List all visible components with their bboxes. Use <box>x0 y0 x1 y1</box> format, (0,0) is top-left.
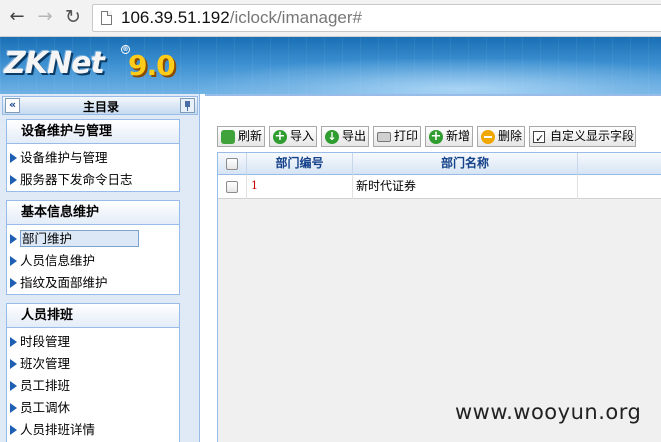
checkbox-icon <box>533 129 545 148</box>
sidebar-title: 主目录 <box>82 100 119 114</box>
menu-group-scheduling: 人员排班 时段管理 班次管理 员工排班 员工调休 人员排班详情 <box>6 303 180 442</box>
sidebar-item-time-period[interactable]: 时段管理 <box>7 331 179 353</box>
sidebar-item-staff-schedule[interactable]: 员工排班 <box>7 375 179 397</box>
column-header-empty <box>578 153 661 175</box>
forward-arrow-icon[interactable]: → <box>34 6 56 28</box>
custom-fields-button[interactable]: 自定义显示字段 <box>529 126 636 148</box>
arrow-right-icon <box>10 381 17 391</box>
empty-cell <box>578 175 661 199</box>
menu-group-basic-info: 基本信息维护 部门维护 人员信息维护 指纹及面部维护 <box>6 200 180 295</box>
logo-text: ZKNet <box>4 46 105 81</box>
app-banner: ZKNet ® 9.0 <box>0 37 661 94</box>
import-icon <box>273 127 287 146</box>
row-checkbox-cell <box>218 175 247 199</box>
grid-header: 部门编号 部门名称 <box>218 153 661 175</box>
sidebar-item-device-maintenance[interactable]: 设备维护与管理 <box>7 147 179 169</box>
arrow-right-icon <box>10 278 17 288</box>
url-text[interactable]: 106.39.51.192/iclock/imanager# <box>121 8 362 28</box>
logo-version: 9.0 <box>128 49 176 82</box>
sidebar-item-command-log[interactable]: 服务器下发命令日志 <box>7 169 179 191</box>
menu-group-title[interactable]: 人员排班 <box>7 304 179 328</box>
browser-toolbar: ← → ↻ 106.39.51.192/iclock/imanager# <box>0 0 661 37</box>
arrow-right-icon <box>10 337 17 347</box>
page-icon <box>101 11 112 25</box>
table-row[interactable]: 1 新时代证券 <box>218 175 661 199</box>
dept-code-cell: 1 <box>247 175 353 199</box>
arrow-right-icon <box>10 175 17 185</box>
arrow-right-icon <box>10 403 17 413</box>
reload-icon[interactable]: ↻ <box>62 6 84 28</box>
add-icon <box>429 127 443 146</box>
refresh-button[interactable]: 刷新 <box>217 126 265 147</box>
url-path: /iclock/imanager# <box>229 8 362 27</box>
banner-glow <box>200 59 661 94</box>
column-header-dept-name[interactable]: 部门名称 <box>353 153 578 175</box>
sidebar: 主目录 « 设备维护与管理 设备维护与管理 服务器下发命令日志 基本信息维护 部… <box>0 94 200 442</box>
sidebar-item-schedule-details[interactable]: 人员排班详情 <box>7 419 179 441</box>
arrow-right-icon <box>10 153 17 163</box>
watermark: www.wooyun.org <box>455 400 642 424</box>
url-host: 106.39.51.192 <box>121 8 230 27</box>
delete-button[interactable]: 删除 <box>477 126 525 147</box>
menu-group-device: 设备维护与管理 设备维护与管理 服务器下发命令日志 <box>6 119 180 192</box>
back-arrow-icon[interactable]: ← <box>6 6 28 28</box>
department-grid: 部门编号 部门名称 1 新时代证券 <box>217 152 661 442</box>
sidebar-item-personnel[interactable]: 人员信息维护 <box>7 250 179 272</box>
refresh-icon <box>221 130 235 144</box>
print-button[interactable]: 打印 <box>373 126 421 147</box>
dept-name-cell: 新时代证券 <box>353 175 578 199</box>
import-button[interactable]: 导入 <box>269 126 317 147</box>
add-button[interactable]: 新增 <box>425 126 473 147</box>
arrow-right-icon <box>10 359 17 369</box>
sidebar-item-fingerprint-face[interactable]: 指纹及面部维护 <box>7 272 179 294</box>
row-checkbox[interactable] <box>226 181 238 193</box>
collapse-icon[interactable]: « <box>5 98 20 113</box>
header-checkbox-cell <box>218 153 247 175</box>
sidebar-item-staff-leave[interactable]: 员工调休 <box>7 397 179 419</box>
sidebar-header: 主目录 « <box>2 96 198 115</box>
printer-icon <box>377 132 391 142</box>
delete-icon <box>481 130 495 144</box>
select-all-checkbox[interactable] <box>226 158 238 170</box>
pin-icon[interactable] <box>180 98 195 113</box>
main-content: 刷新 导入 导出 打印 新增 删除 自定义显示字段 部门编号 部门名称 1 新时… <box>205 94 661 442</box>
column-header-dept-code[interactable]: 部门编号 <box>247 153 353 175</box>
arrow-right-icon <box>10 234 17 244</box>
sidebar-item-department[interactable]: 部门维护 <box>7 228 179 250</box>
sidebar-item-shift[interactable]: 班次管理 <box>7 353 179 375</box>
export-button[interactable]: 导出 <box>321 126 369 147</box>
arrow-right-icon <box>10 425 17 435</box>
menu-group-title[interactable]: 设备维护与管理 <box>7 120 179 144</box>
address-bar[interactable]: 106.39.51.192/iclock/imanager# <box>92 4 661 32</box>
export-icon <box>325 127 339 146</box>
arrow-right-icon <box>10 256 17 266</box>
menu-group-title[interactable]: 基本信息维护 <box>7 201 179 225</box>
